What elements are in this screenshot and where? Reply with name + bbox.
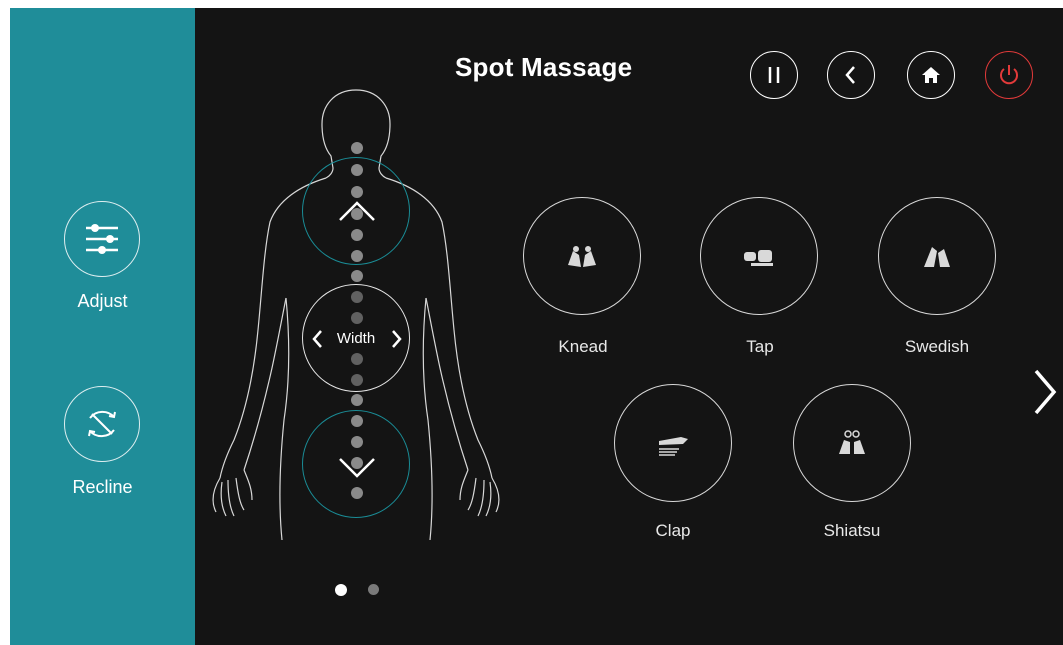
clap-button[interactable] [614,384,732,502]
home-icon [922,67,940,83]
swedish-label: Swedish [904,337,970,356]
shiatsu-hands-icon [839,430,865,454]
clap-hand-icon [659,437,688,456]
next-page-chevron-icon[interactable] [1030,367,1058,417]
width-control[interactable]: Width [302,284,410,392]
chevron-left-icon [845,66,855,84]
swedish-hands-icon [924,247,950,267]
knead-hands-icon [568,246,596,267]
page-dot[interactable] [368,584,379,595]
adjust-label: Adjust [77,291,128,311]
power-button[interactable] [985,51,1033,99]
knead-label: Knead [558,337,608,356]
power-icon [1000,65,1018,85]
clap-label: Clap [655,521,691,540]
page-title: Spot Massage [455,52,633,82]
recline-button[interactable] [64,386,140,462]
pause-button[interactable] [750,51,798,99]
shiatsu-label: Shiatsu [823,521,881,540]
recline-arrows-icon [88,410,116,438]
shiatsu-button[interactable] [793,384,911,502]
tap-label: Tap [746,337,774,356]
knead-button[interactable] [523,197,641,315]
page-dot-active[interactable] [335,584,347,596]
recline-label: Recline [72,477,133,497]
home-button[interactable] [907,51,955,99]
sliders-icon [86,224,118,254]
sidebar: Adjust Recline [10,8,195,645]
tap-hands-icon [744,250,773,266]
tap-button[interactable] [700,197,818,315]
pause-icon [768,67,780,83]
swedish-button[interactable] [878,197,996,315]
back-button[interactable] [827,51,875,99]
adjust-button[interactable] [64,201,140,277]
width-label: Width [336,330,376,347]
